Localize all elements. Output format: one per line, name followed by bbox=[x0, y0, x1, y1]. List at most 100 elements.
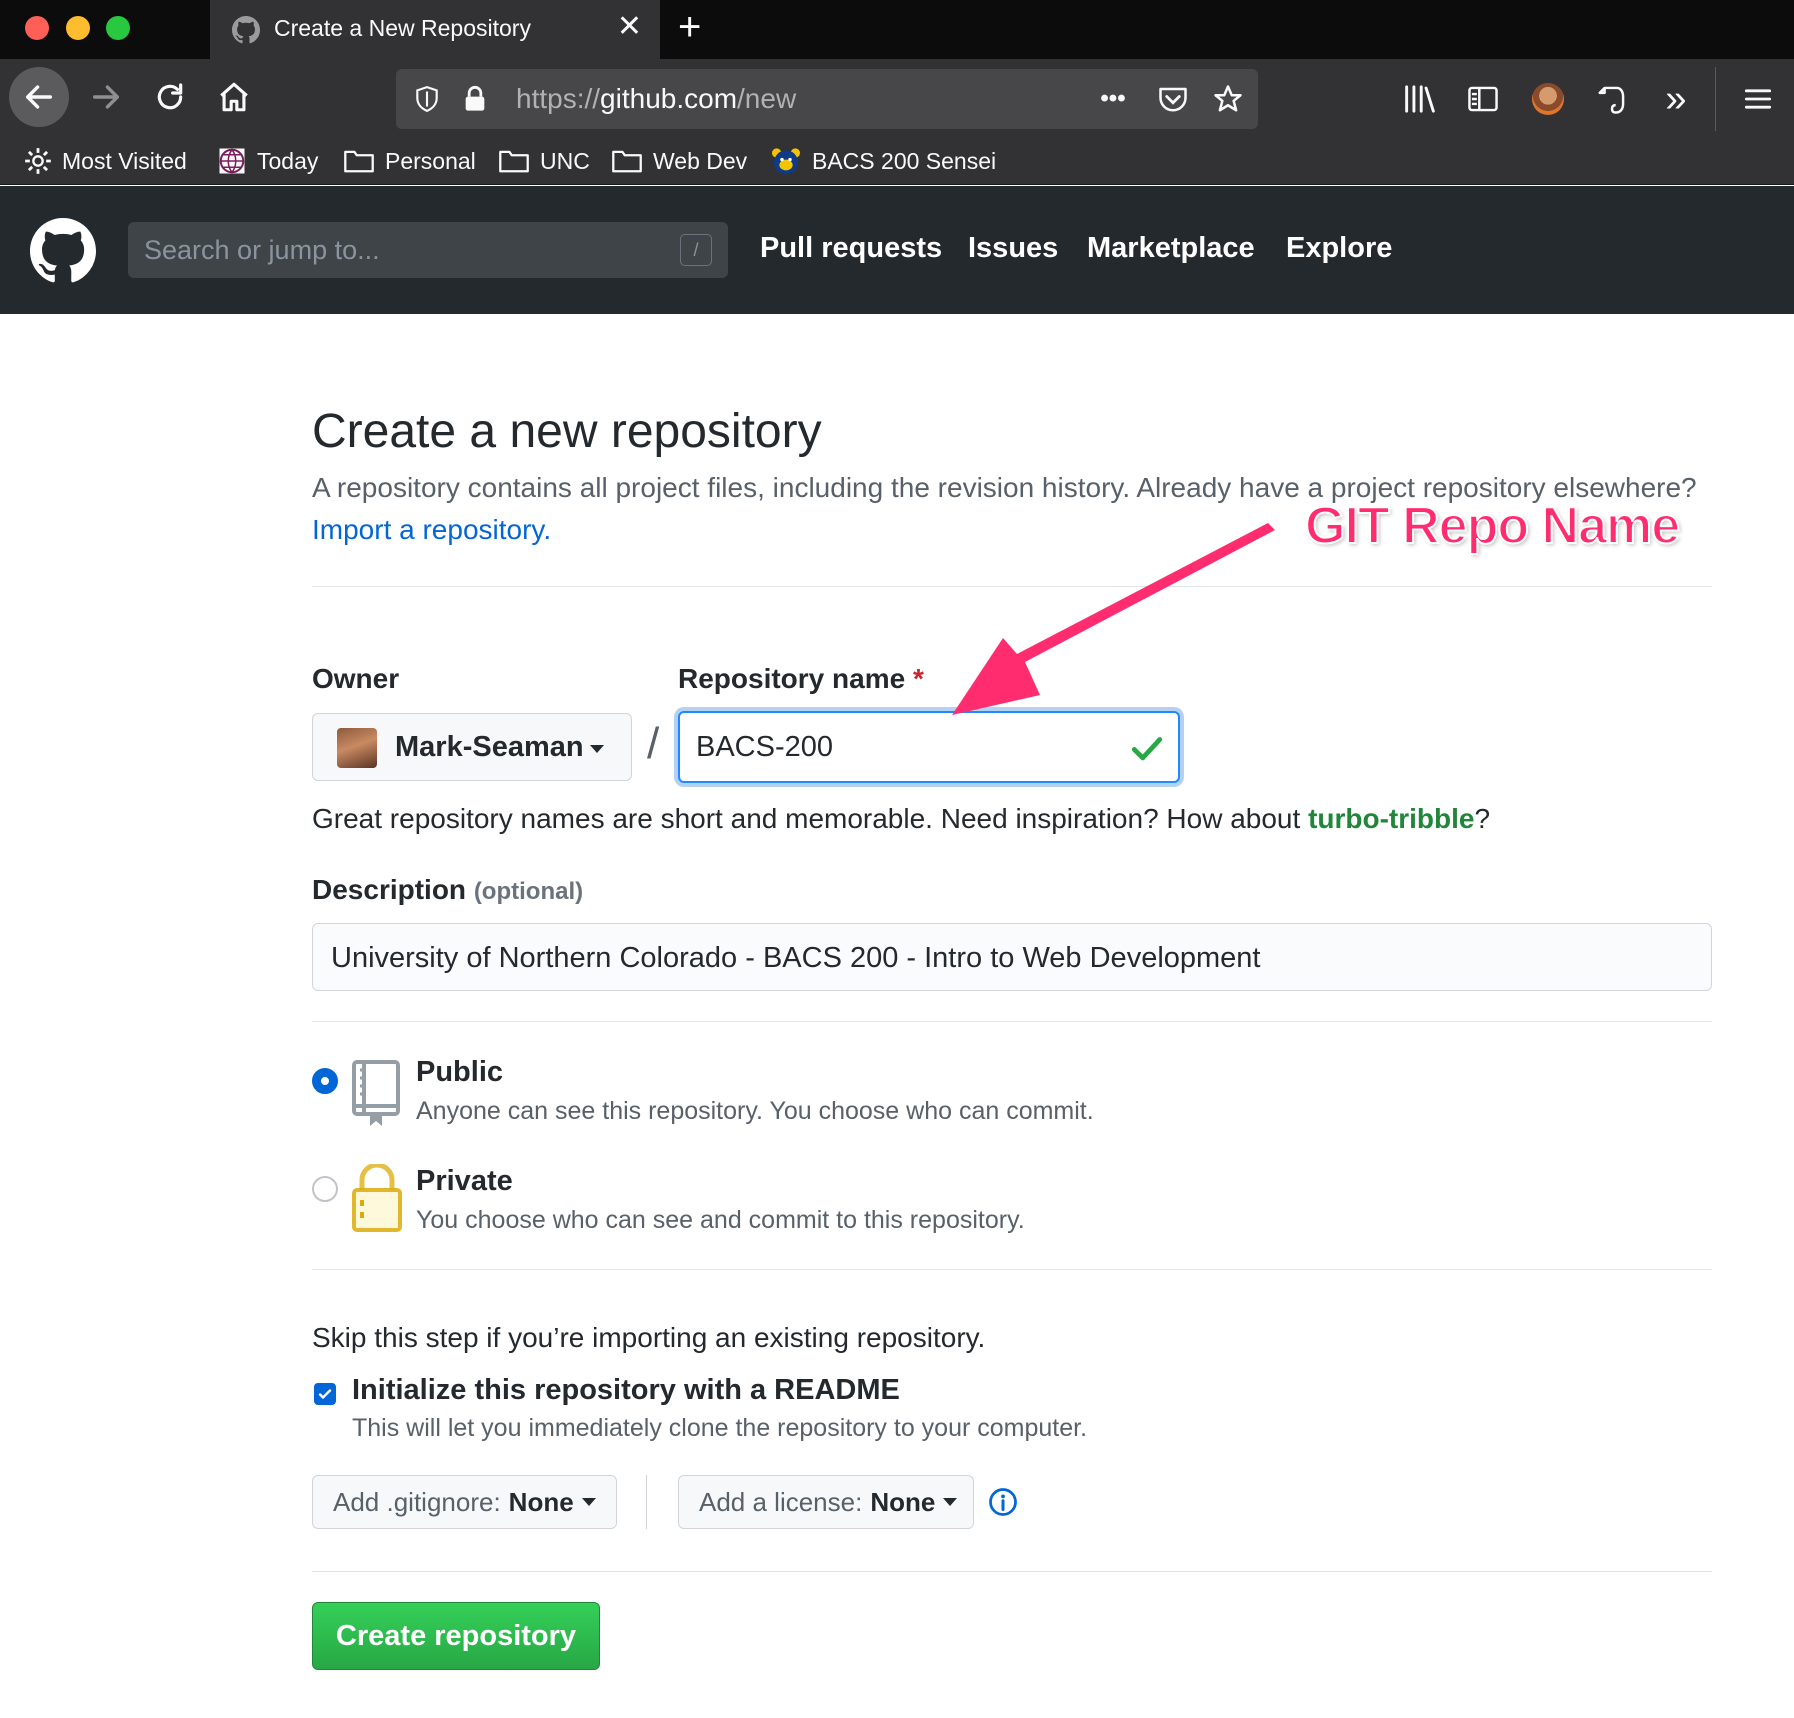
bookmark-today[interactable]: Today bbox=[217, 144, 318, 178]
github-search-input[interactable]: Search or jump to... / bbox=[128, 222, 728, 278]
url-text: https://github.com/new bbox=[516, 83, 796, 115]
github-header: Search or jump to... / Pull requests Iss… bbox=[0, 186, 1794, 314]
account-avatar-icon[interactable] bbox=[1528, 79, 1568, 119]
nav-marketplace[interactable]: Marketplace bbox=[1087, 232, 1255, 265]
annotation-label: GIT Repo Name bbox=[1304, 496, 1681, 556]
nav-explore[interactable]: Explore bbox=[1286, 232, 1392, 265]
divider bbox=[312, 1571, 1712, 1572]
url-path: /new bbox=[737, 83, 797, 114]
optional-hint: (optional) bbox=[473, 878, 584, 905]
page-title: Create a new repository bbox=[312, 405, 822, 458]
repo-name-label-text: Repository name bbox=[678, 663, 906, 694]
hamburger-menu-icon[interactable] bbox=[1738, 79, 1778, 119]
page-actions-menu-icon[interactable]: ••• bbox=[1096, 82, 1130, 116]
window-close-button[interactable] bbox=[25, 16, 49, 40]
readme-checkbox[interactable] bbox=[314, 1383, 336, 1405]
description-input[interactable]: University of Northern Colorado - BACS 2… bbox=[312, 923, 1712, 991]
caret-down-icon bbox=[581, 1498, 596, 1506]
lock-icon[interactable] bbox=[458, 82, 492, 116]
bookmark-folder-personal[interactable]: Personal bbox=[343, 144, 476, 178]
home-button[interactable] bbox=[204, 67, 264, 127]
owner-label: Owner bbox=[312, 663, 400, 694]
suggestion-suffix: ? bbox=[1474, 803, 1491, 834]
bookmark-label: Most Visited bbox=[62, 147, 187, 174]
tab-close-icon[interactable]: ✕ bbox=[617, 12, 642, 42]
bookmark-folder-web-dev[interactable]: Web Dev bbox=[611, 144, 747, 178]
lock-icon bbox=[352, 1164, 402, 1232]
create-repository-button[interactable]: Create repository bbox=[312, 1602, 600, 1670]
window-zoom-button[interactable] bbox=[106, 16, 130, 40]
divider bbox=[646, 1475, 647, 1529]
owner-name: Mark-Seaman bbox=[395, 731, 584, 763]
folder-icon bbox=[344, 150, 374, 173]
sidebar-icon[interactable] bbox=[1463, 79, 1503, 119]
url-bar[interactable]: https://github.com/new ••• bbox=[396, 69, 1258, 129]
browser-tab-active[interactable]: Create a New Repository ✕ bbox=[210, 0, 660, 59]
private-radio[interactable] bbox=[312, 1176, 338, 1202]
repo-book-icon bbox=[352, 1060, 400, 1126]
bookmark-folder-unc[interactable]: UNC bbox=[498, 144, 590, 178]
divider bbox=[312, 1269, 1712, 1270]
readme-checkbox-label[interactable]: Initialize this repository with a README bbox=[352, 1374, 900, 1407]
repository-name-value: BACS-200 bbox=[696, 731, 834, 763]
browser-toolbar: https://github.com/new ••• » bbox=[0, 59, 1794, 139]
window-minimize-button[interactable] bbox=[66, 16, 90, 40]
gitignore-value: None bbox=[508, 1486, 574, 1517]
tab-title: Create a New Repository bbox=[274, 15, 531, 41]
required-asterisk: * bbox=[912, 663, 924, 694]
nav-pull-requests[interactable]: Pull requests bbox=[760, 232, 942, 265]
bookmark-label: Today bbox=[257, 147, 319, 174]
bookmark-label: UNC bbox=[540, 147, 590, 174]
gitignore-select[interactable]: Add .gitignore: None bbox=[312, 1475, 617, 1529]
public-option-title[interactable]: Public bbox=[416, 1056, 503, 1089]
pocket-icon[interactable] bbox=[1156, 82, 1190, 116]
divider bbox=[312, 1021, 1712, 1022]
name-suggestion-text: Great repository names are short and mem… bbox=[312, 803, 1490, 835]
back-button[interactable] bbox=[9, 67, 69, 127]
gear-icon bbox=[25, 148, 51, 174]
bookmark-most-visited[interactable]: Most Visited bbox=[24, 144, 187, 178]
library-icon[interactable] bbox=[1400, 79, 1440, 119]
owner-repo-separator: / bbox=[647, 719, 660, 768]
gitignore-prefix: Add .gitignore: bbox=[333, 1486, 501, 1517]
private-option-title[interactable]: Private bbox=[416, 1165, 513, 1198]
forward-button[interactable] bbox=[76, 67, 136, 127]
suggested-name-link[interactable]: turbo-tribble bbox=[1308, 803, 1474, 834]
repo-name-label: Repository name * bbox=[678, 663, 924, 695]
folder-icon bbox=[612, 150, 642, 173]
bookmark-label: BACS 200 Sensei bbox=[812, 147, 997, 174]
search-placeholder: Search or jump to... bbox=[144, 235, 380, 265]
license-select[interactable]: Add a license: None bbox=[678, 1475, 974, 1529]
overflow-chevron-icon[interactable]: » bbox=[1656, 78, 1696, 120]
checkmark-icon bbox=[318, 1389, 332, 1399]
suggestion-prefix: Great repository names are short and mem… bbox=[312, 803, 1301, 834]
public-radio[interactable] bbox=[312, 1068, 338, 1094]
browser-tab-bar: Create a New Repository ✕ + bbox=[0, 0, 1794, 59]
new-tab-button[interactable]: + bbox=[678, 4, 701, 50]
toolbar-divider bbox=[1715, 67, 1716, 131]
license-value: None bbox=[870, 1486, 936, 1517]
globe-icon bbox=[219, 148, 245, 174]
owner-select-button[interactable]: Mark-Seaman bbox=[312, 713, 632, 781]
bookmark-star-icon[interactable] bbox=[1211, 82, 1245, 116]
nav-issues[interactable]: Issues bbox=[968, 232, 1058, 265]
bookmark-label: Web Dev bbox=[653, 147, 748, 174]
description-label: Description (optional) bbox=[312, 874, 583, 906]
private-option-description: You choose who can see and commit to thi… bbox=[416, 1206, 1025, 1234]
info-icon[interactable] bbox=[988, 1487, 1018, 1517]
folder-icon bbox=[499, 150, 529, 173]
github-logo-icon[interactable] bbox=[30, 218, 96, 284]
reload-button[interactable] bbox=[140, 67, 200, 127]
evernote-icon[interactable] bbox=[1592, 79, 1632, 119]
bookmark-label: Personal bbox=[385, 147, 476, 174]
license-prefix: Add a license: bbox=[699, 1486, 863, 1517]
description-value: University of Northern Colorado - BACS 2… bbox=[331, 942, 1261, 974]
import-repository-link[interactable]: Import a repository. bbox=[312, 514, 551, 545]
url-host: github.com bbox=[600, 83, 738, 114]
shield-icon[interactable] bbox=[410, 82, 444, 116]
bookmarks-toolbar: Most Visited Today Personal UNC Web Dev … bbox=[0, 139, 1794, 185]
arrow-left-icon bbox=[25, 85, 53, 109]
bookmark-bacs-200-sensei[interactable]: BACS 200 Sensei bbox=[770, 144, 996, 178]
avatar bbox=[337, 728, 377, 768]
check-icon bbox=[1131, 737, 1163, 761]
